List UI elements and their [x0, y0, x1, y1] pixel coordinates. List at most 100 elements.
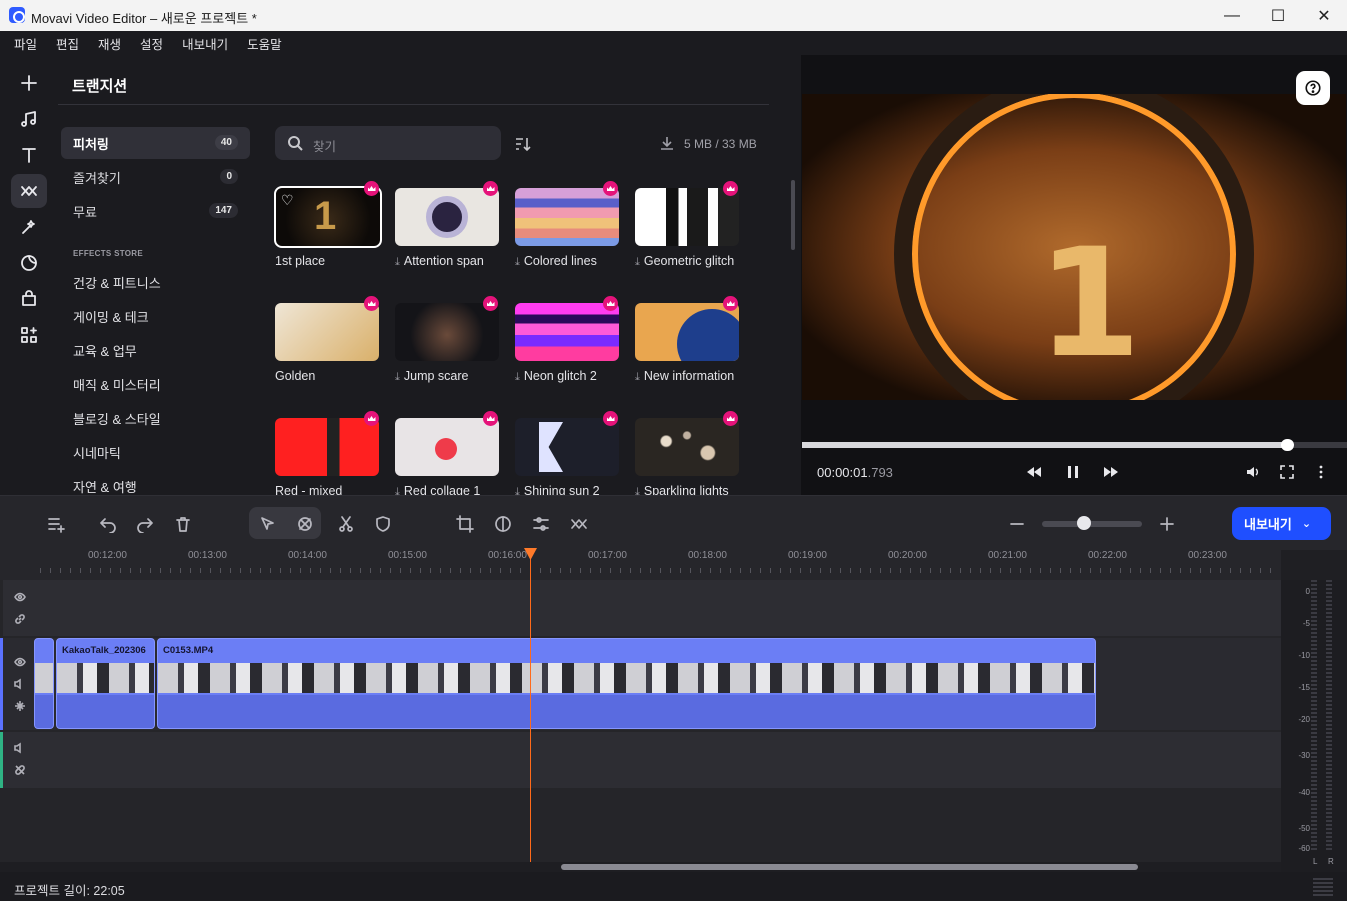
- blade-mode-icon[interactable]: [291, 510, 319, 538]
- transition-label: Golden: [275, 369, 316, 383]
- store-item-health[interactable]: 건강 & 피트니스: [73, 273, 161, 292]
- transition-thumb-sparkling-lights[interactable]: [635, 418, 739, 476]
- pause-icon[interactable]: [1061, 460, 1085, 484]
- crop-icon[interactable]: [451, 510, 479, 538]
- transition-thumb-red-collage-1[interactable]: [395, 418, 499, 476]
- music-icon[interactable]: [11, 102, 47, 136]
- seek-handle[interactable]: [1281, 439, 1295, 451]
- transition-thumb-red-mixed[interactable]: [275, 418, 379, 476]
- favorite-heart-icon[interactable]: ♡: [281, 192, 294, 209]
- search-placeholder: 찾기: [313, 140, 337, 154]
- track-audio-icon[interactable]: [11, 741, 29, 755]
- minimize-icon[interactable]: —: [1209, 0, 1255, 31]
- store-item-education[interactable]: 교육 & 업무: [73, 341, 137, 360]
- transition-thumb-golden[interactable]: [275, 303, 379, 361]
- overlay-track[interactable]: [3, 580, 1281, 636]
- transition-label: 1st place: [275, 254, 326, 268]
- effects-wand-icon[interactable]: [11, 210, 47, 244]
- search-input[interactable]: 찾기: [275, 126, 501, 160]
- volume-icon[interactable]: [1241, 460, 1265, 484]
- video-clip[interactable]: C0153.MP4: [157, 638, 1096, 729]
- settings-sliders-icon[interactable]: [527, 510, 555, 538]
- zoom-in-icon[interactable]: [1153, 510, 1181, 538]
- zoom-slider-handle[interactable]: [1077, 516, 1091, 530]
- stickers-icon[interactable]: [11, 246, 47, 280]
- meter-db-label: -20: [1298, 715, 1310, 724]
- menu-help[interactable]: 도움말: [247, 34, 282, 53]
- thumb-graphic: 1: [314, 194, 337, 238]
- store-item-gaming[interactable]: 게이밍 & 테크: [73, 307, 149, 326]
- split-scissors-icon[interactable]: [332, 510, 360, 538]
- delete-icon[interactable]: [169, 510, 197, 538]
- add-track-icon[interactable]: [42, 510, 70, 538]
- transition-thumb-new-information[interactable]: [635, 303, 739, 361]
- redo-icon[interactable]: [131, 510, 159, 538]
- category-featured[interactable]: 피처링 40: [61, 127, 250, 159]
- menu-edit[interactable]: 편집: [56, 34, 79, 53]
- add-media-icon[interactable]: [11, 66, 47, 100]
- track-unlink-icon[interactable]: [11, 763, 29, 777]
- menu-export[interactable]: 내보내기: [182, 34, 228, 53]
- timeline-scrollbar[interactable]: [0, 862, 1281, 872]
- seek-bar[interactable]: [802, 439, 1347, 451]
- transition-thumb-jump-scare[interactable]: [395, 303, 499, 361]
- transition-thumb-colored-lines[interactable]: [515, 188, 619, 246]
- rewind-icon[interactable]: [1022, 460, 1046, 484]
- premium-crown-icon: [603, 181, 618, 196]
- menu-settings[interactable]: 설정: [140, 34, 163, 53]
- ruler-tick: 00:23:00: [1188, 550, 1227, 561]
- more-tools-icon[interactable]: [11, 318, 47, 352]
- category-favorites[interactable]: 즐겨찾기 0: [61, 161, 250, 193]
- thumb-graphic: [677, 309, 739, 361]
- zoom-out-icon[interactable]: [1003, 510, 1031, 538]
- store-item-magic[interactable]: 매직 & 미스터리: [73, 375, 161, 394]
- fullscreen-icon[interactable]: [1275, 460, 1299, 484]
- menu-file[interactable]: 파일: [14, 34, 37, 53]
- transition-thumb-attention-span[interactable]: [395, 188, 499, 246]
- premium-crown-icon: [364, 411, 379, 426]
- fast-forward-icon[interactable]: [1099, 460, 1123, 484]
- close-icon[interactable]: ✕: [1301, 0, 1347, 31]
- timeline-scroll-thumb[interactable]: [561, 864, 1138, 870]
- storage-usage: 5 MB / 33 MB: [684, 137, 757, 151]
- transition-thumb-neon-glitch-2[interactable]: [515, 303, 619, 361]
- transition-thumb-1st-place[interactable]: 1 ♡: [274, 186, 382, 248]
- video-clip[interactable]: KakaoTalk_202306: [56, 638, 155, 729]
- maximize-icon[interactable]: ☐: [1255, 0, 1301, 31]
- store-bag-icon[interactable]: [11, 282, 47, 316]
- meter-bar-left: [1311, 580, 1317, 850]
- export-button[interactable]: 내보내기 ⌄: [1232, 507, 1331, 540]
- playhead-line[interactable]: [530, 548, 531, 862]
- track-audio-icon[interactable]: [11, 677, 29, 691]
- track-visibility-eye-icon[interactable]: [11, 655, 29, 669]
- zoom-slider[interactable]: [1042, 521, 1142, 527]
- audio-track[interactable]: [3, 732, 1281, 788]
- select-pointer-icon[interactable]: [254, 510, 282, 538]
- category-free[interactable]: 무료 147: [61, 195, 250, 227]
- track-lock-icon[interactable]: [11, 699, 29, 713]
- store-item-blogging[interactable]: 블로깅 & 스타일: [73, 409, 161, 428]
- color-adjust-icon[interactable]: [489, 510, 517, 538]
- premium-crown-icon: [483, 181, 498, 196]
- undo-icon[interactable]: [94, 510, 122, 538]
- store-item-cinematic[interactable]: 시네마틱: [73, 443, 121, 462]
- transition-thumb-shining-sun-2[interactable]: [515, 418, 619, 476]
- help-icon[interactable]: [1296, 71, 1330, 105]
- ruler-tick: 00:13:00: [188, 550, 227, 561]
- sort-icon[interactable]: [513, 135, 531, 153]
- more-options-icon[interactable]: [1309, 460, 1333, 484]
- store-item-nature[interactable]: 자연 & 여행: [73, 477, 137, 495]
- meter-db-label: -30: [1298, 751, 1310, 760]
- ruler-minor-ticks: [40, 568, 1280, 573]
- panel-scrollbar[interactable]: [791, 180, 795, 250]
- menu-playback[interactable]: 재생: [98, 34, 121, 53]
- track-link-icon[interactable]: [11, 612, 29, 626]
- timeline-tracks: KakaoTalk_202306 C0153.MP4: [0, 580, 1281, 862]
- transition-tool-icon[interactable]: [565, 510, 593, 538]
- video-clip[interactable]: [34, 638, 54, 729]
- transition-thumb-geometric-glitch[interactable]: [635, 188, 739, 246]
- transitions-icon[interactable]: [11, 174, 47, 208]
- titles-icon[interactable]: [11, 138, 47, 172]
- track-visibility-eye-icon[interactable]: [11, 590, 29, 604]
- shield-icon[interactable]: [369, 510, 397, 538]
